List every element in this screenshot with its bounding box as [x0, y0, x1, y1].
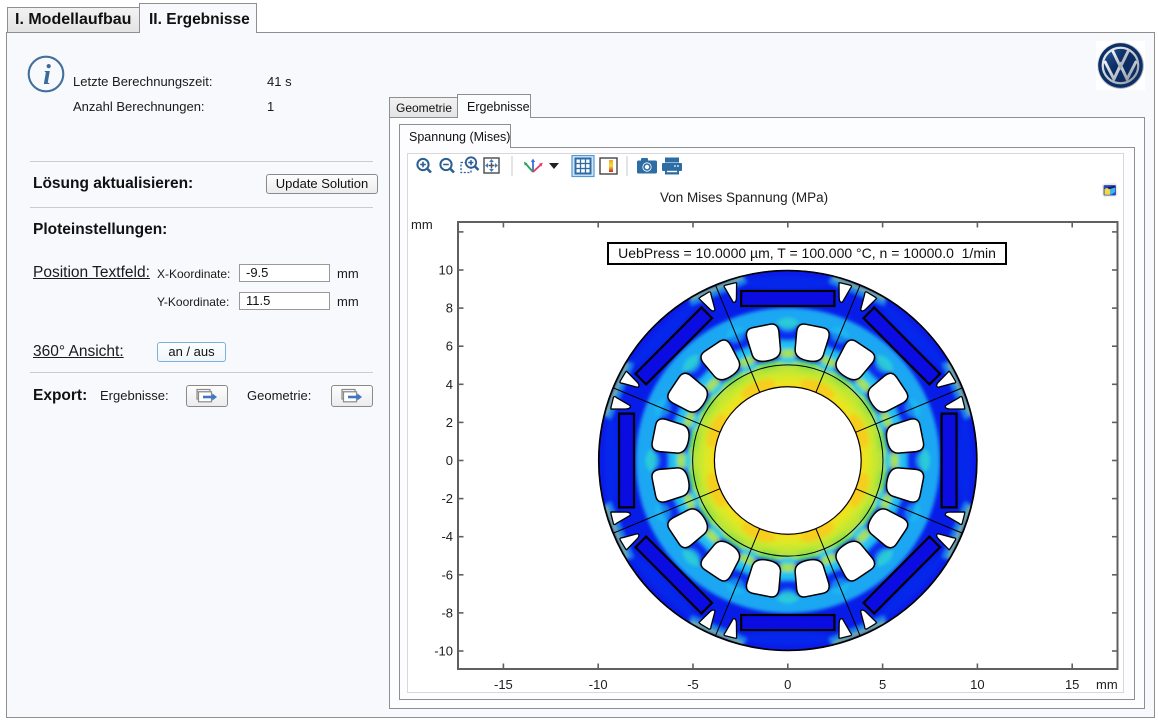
svg-text:-15: -15 [494, 677, 513, 692]
svg-text:-6: -6 [441, 567, 453, 582]
svg-text:-10: -10 [434, 644, 453, 659]
svg-text:-4: -4 [441, 529, 453, 544]
svg-text:5: 5 [879, 677, 886, 692]
svg-text:10: 10 [970, 677, 984, 692]
svg-text:2: 2 [446, 415, 453, 430]
svg-text:i: i [43, 60, 51, 91]
svg-text:10: 10 [439, 263, 453, 278]
svg-text:8: 8 [446, 301, 453, 316]
svg-text:15: 15 [1065, 677, 1079, 692]
svg-text:6: 6 [446, 339, 453, 354]
svg-text:-5: -5 [687, 677, 699, 692]
svg-text:0: 0 [446, 453, 453, 468]
svg-text:-8: -8 [441, 605, 453, 620]
svg-text:-2: -2 [441, 491, 453, 506]
svg-text:-10: -10 [589, 677, 608, 692]
svg-text:4: 4 [446, 377, 453, 392]
svg-text:0: 0 [784, 677, 791, 692]
